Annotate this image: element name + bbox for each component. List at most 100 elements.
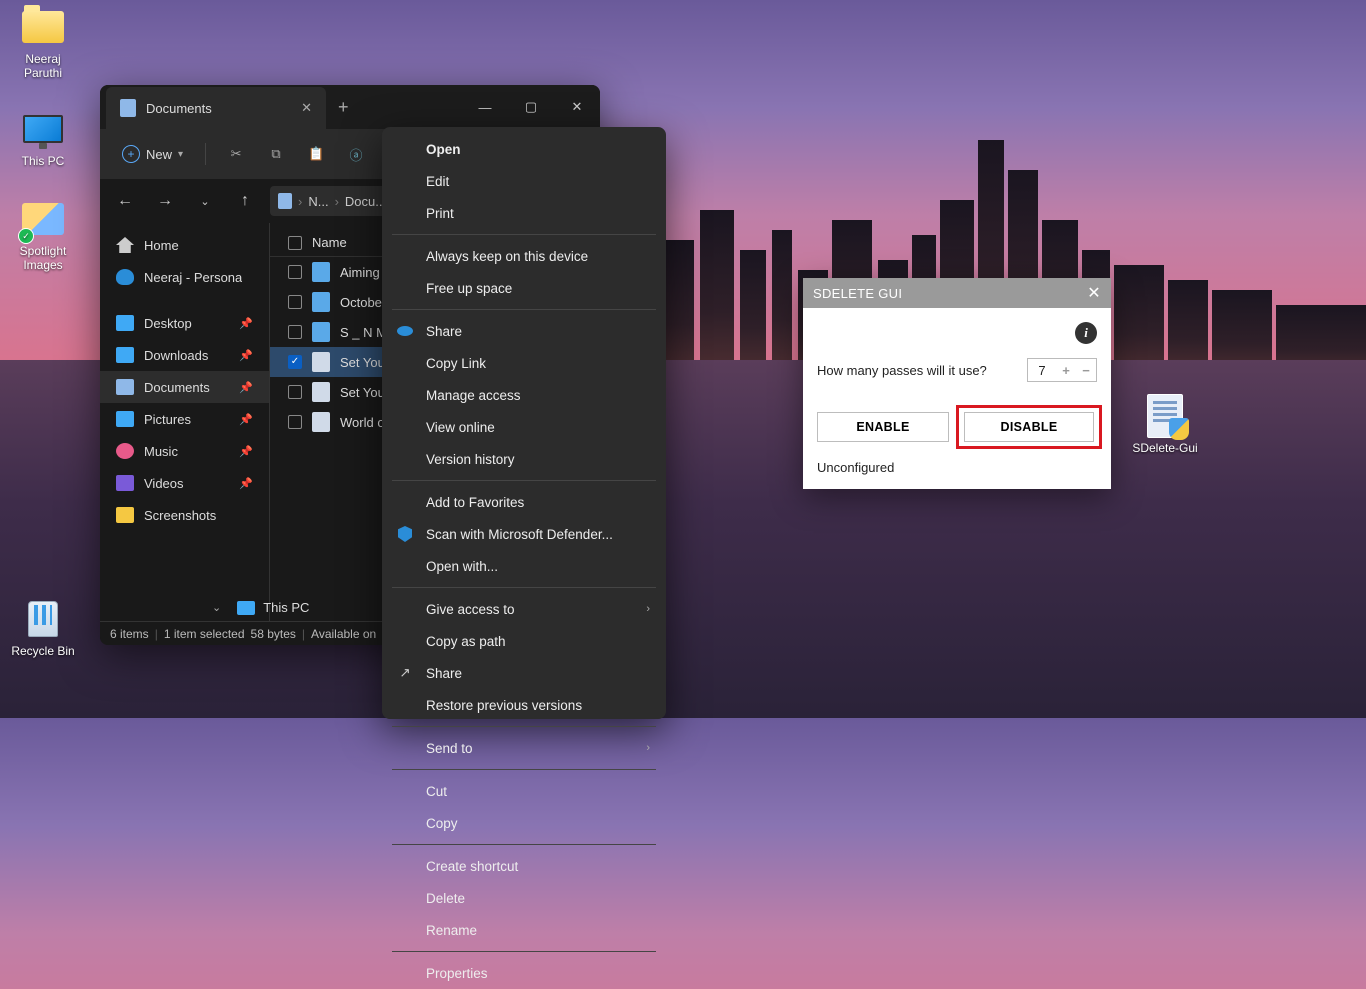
menu-item-share-cloud[interactable]: Share bbox=[382, 315, 666, 347]
pin-icon: 📌 bbox=[239, 413, 253, 426]
up-button[interactable]: ↑ bbox=[230, 192, 260, 210]
sidebar-item-screenshots[interactable]: Screenshots bbox=[100, 499, 269, 531]
sidebar-item-downloads[interactable]: Downloads📌 bbox=[100, 339, 269, 371]
menu-item-print[interactable]: Print bbox=[382, 197, 666, 229]
enable-button[interactable]: ENABLE bbox=[817, 412, 949, 442]
sdelete-titlebar[interactable]: SDELETE GUI ✕ bbox=[803, 278, 1111, 308]
sidebar-item-this-pc[interactable]: ⌄ This PC bbox=[212, 600, 309, 615]
minimize-button[interactable]: — bbox=[462, 89, 508, 125]
new-button[interactable]: + New ▾ bbox=[112, 139, 193, 169]
forward-button[interactable]: → bbox=[150, 192, 180, 210]
close-button[interactable]: ✕ bbox=[554, 89, 600, 125]
recent-dropdown[interactable]: ⌄ bbox=[190, 195, 220, 208]
menu-item-delete[interactable]: Delete bbox=[382, 882, 666, 914]
config-status: Unconfigured bbox=[817, 460, 1097, 475]
menu-item-add-to-favorites[interactable]: Add to Favorites bbox=[382, 486, 666, 518]
menu-item-free-up-space[interactable]: Free up space bbox=[382, 272, 666, 304]
menu-item-version-history[interactable]: Version history bbox=[382, 443, 666, 475]
explorer-tab[interactable]: Documents ✕ bbox=[106, 87, 326, 129]
desktop-icon-label: SDelete-Gui bbox=[1126, 441, 1204, 455]
pin-icon: 📌 bbox=[239, 477, 253, 490]
chevron-down-icon: ⌄ bbox=[212, 601, 221, 614]
sidebar-item-music[interactable]: Music📌 bbox=[100, 435, 269, 467]
menu-item-view-online[interactable]: View online bbox=[382, 411, 666, 443]
name-column[interactable]: Name bbox=[312, 235, 347, 250]
increment-button[interactable]: + bbox=[1056, 363, 1076, 378]
sidebar-item-pictures[interactable]: Pictures📌 bbox=[100, 403, 269, 435]
desktop-icon-user-folder[interactable]: Neeraj Paruthi bbox=[4, 6, 82, 81]
info-button[interactable]: i bbox=[817, 322, 1097, 344]
sidebar-item-home[interactable]: Home bbox=[100, 229, 269, 261]
document-icon bbox=[278, 193, 292, 209]
menu-item-manage-access[interactable]: Manage access bbox=[382, 379, 666, 411]
cloud-icon bbox=[396, 322, 414, 340]
back-button[interactable]: ← bbox=[110, 192, 140, 210]
menu-item-give-access[interactable]: Give access to› bbox=[382, 593, 666, 625]
file-icon bbox=[312, 412, 330, 432]
tab-close-button[interactable]: ✕ bbox=[301, 100, 312, 116]
menu-item-cut[interactable]: Cut bbox=[382, 775, 666, 807]
desktop-icon-label: This PC bbox=[4, 154, 82, 168]
item-count: 6 items bbox=[110, 627, 149, 641]
chevron-right-icon: › bbox=[646, 742, 650, 754]
desktop-icon-label: Recycle Bin bbox=[4, 644, 82, 658]
sync-check-icon: ✓ bbox=[18, 228, 34, 244]
pin-icon: 📌 bbox=[239, 445, 253, 458]
desktop-icon-label: Neeraj Paruthi bbox=[4, 52, 82, 81]
menu-item-always-keep[interactable]: Always keep on this device bbox=[382, 240, 666, 272]
menu-item-open[interactable]: Open bbox=[382, 133, 666, 165]
menu-item-restore-previous[interactable]: Restore previous versions bbox=[382, 689, 666, 721]
menu-item-open-with[interactable]: Open with... bbox=[382, 550, 666, 582]
decrement-button[interactable]: − bbox=[1076, 363, 1096, 378]
passes-label: How many passes will it use? bbox=[817, 363, 987, 378]
menu-item-send-to[interactable]: Send to› bbox=[382, 732, 666, 764]
menu-item-copy-link[interactable]: Copy Link bbox=[382, 347, 666, 379]
videos-icon bbox=[116, 475, 134, 491]
copy-button[interactable]: ⧉ bbox=[258, 136, 294, 172]
sidebar-item-documents[interactable]: Documents📌 bbox=[100, 371, 269, 403]
disable-button[interactable]: DISABLE bbox=[964, 412, 1094, 442]
cloud-icon bbox=[116, 269, 134, 285]
sidebar-item-videos[interactable]: Videos📌 bbox=[100, 467, 269, 499]
pin-icon: 📌 bbox=[239, 349, 253, 362]
breadcrumb-part[interactable]: Docu... bbox=[345, 194, 386, 209]
document-icon bbox=[116, 379, 134, 395]
desktop-icon-spotlight-images[interactable]: ✓ Spotlight Images bbox=[4, 198, 82, 273]
sidebar-item-desktop[interactable]: Desktop📌 bbox=[100, 307, 269, 339]
desktop-icon-recycle-bin[interactable]: Recycle Bin bbox=[4, 598, 82, 658]
desktop-icon bbox=[116, 315, 134, 331]
maximize-button[interactable]: ▢ bbox=[508, 89, 554, 125]
availability-status: Available on bbox=[311, 627, 376, 641]
pc-icon bbox=[237, 601, 255, 615]
menu-item-copy[interactable]: Copy bbox=[382, 807, 666, 839]
menu-item-create-shortcut[interactable]: Create shortcut bbox=[382, 850, 666, 882]
desktop-icon-sdelete-gui[interactable]: SDelete-Gui bbox=[1126, 395, 1204, 455]
cut-button[interactable]: ✂ bbox=[218, 136, 254, 172]
breadcrumb-part[interactable]: N... bbox=[308, 194, 328, 209]
downloads-icon bbox=[116, 347, 134, 363]
checked-checkbox[interactable]: ✓ bbox=[288, 355, 302, 369]
sdelete-gui-window: SDELETE GUI ✕ i How many passes will it … bbox=[803, 278, 1111, 489]
menu-item-copy-as-path[interactable]: Copy as path bbox=[382, 625, 666, 657]
menu-item-rename[interactable]: Rename bbox=[382, 914, 666, 946]
desktop-icon-this-pc[interactable]: This PC bbox=[4, 108, 82, 168]
rename-button[interactable]: ⓐ bbox=[338, 136, 374, 172]
pin-icon: 📌 bbox=[239, 317, 253, 330]
file-icon bbox=[312, 352, 330, 372]
file-icon bbox=[312, 322, 330, 342]
menu-item-edit[interactable]: Edit bbox=[382, 165, 666, 197]
close-button[interactable]: ✕ bbox=[1087, 283, 1101, 303]
menu-item-properties[interactable]: Properties bbox=[382, 957, 666, 989]
paste-button[interactable]: 📋 bbox=[298, 136, 334, 172]
shield-icon bbox=[396, 525, 414, 543]
select-all-checkbox[interactable] bbox=[288, 236, 302, 250]
home-icon bbox=[116, 237, 134, 253]
new-label: New bbox=[146, 147, 172, 162]
explorer-titlebar[interactable]: Documents ✕ + — ▢ ✕ bbox=[100, 85, 600, 129]
menu-item-scan-defender[interactable]: Scan with Microsoft Defender... bbox=[382, 518, 666, 550]
new-tab-button[interactable]: + bbox=[326, 97, 361, 118]
selection-count: 1 item selected bbox=[164, 627, 245, 641]
passes-spinner[interactable]: 7 + − bbox=[1027, 358, 1097, 382]
menu-item-share[interactable]: ↗Share bbox=[382, 657, 666, 689]
sidebar-item-onedrive-personal[interactable]: Neeraj - Persona bbox=[100, 261, 269, 293]
